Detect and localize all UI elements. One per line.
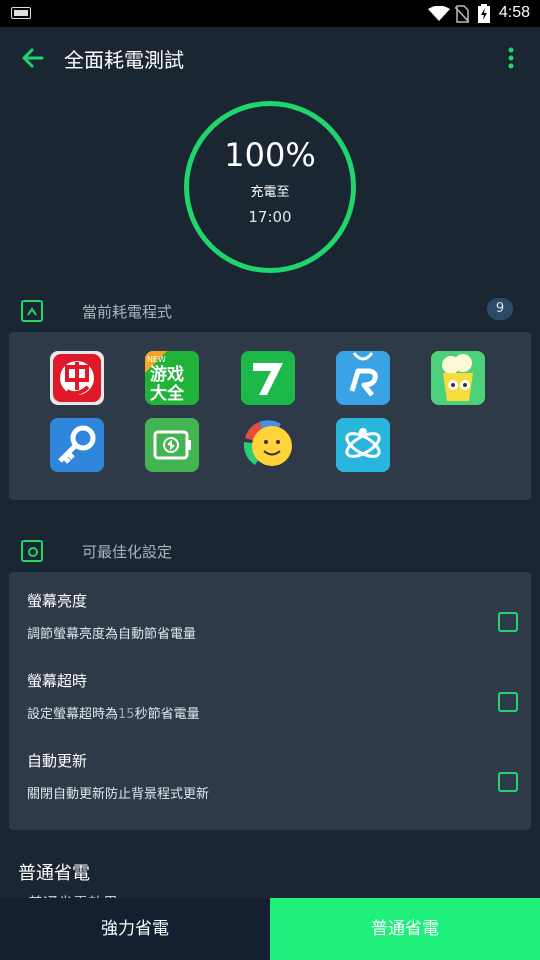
- smiley-sun-app-icon[interactable]: [241, 418, 295, 472]
- app-bar: 全面耗電測試: [0, 27, 540, 89]
- svg-text:大全: 大全: [150, 383, 185, 404]
- bottom-bar: 強力省電 普通省電: [0, 898, 540, 960]
- setting-title: 自動更新: [27, 752, 88, 770]
- red-chinese-character-app-icon[interactable]: [50, 351, 104, 405]
- optimize-section-icon: [21, 540, 43, 562]
- setting-desc: 調節螢幕亮度為自動節省電量: [27, 627, 197, 642]
- brightness-checkbox[interactable]: [498, 612, 518, 632]
- no-sim-icon: [455, 5, 469, 23]
- battery-app-icon[interactable]: [145, 418, 199, 472]
- new-badge: NEW: [147, 355, 166, 364]
- charge-ring: 100% 充電至 17:00: [184, 101, 356, 273]
- normal-save-button[interactable]: 普通省電: [270, 898, 540, 960]
- charge-label: 充電至: [250, 185, 290, 200]
- svg-text:游戏: 游戏: [150, 364, 184, 385]
- normal-section-title: 普通省電: [18, 863, 90, 884]
- more-vert-icon[interactable]: [496, 44, 526, 74]
- setting-desc: 設定螢幕超時為15秒節省電量: [27, 707, 200, 722]
- screen-timeout-checkbox[interactable]: [498, 692, 518, 712]
- status-bar: 4:58: [0, 0, 540, 27]
- charge-time: 17:00: [248, 208, 292, 226]
- strong-save-button[interactable]: 強力省電: [0, 898, 270, 960]
- optimize-card: 螢幕亮度 調節螢幕亮度為自動節省電量 螢幕超時 設定螢幕超時為15秒節省電量 自…: [9, 572, 531, 830]
- back-arrow-icon[interactable]: [18, 43, 48, 73]
- green-seven-app-icon[interactable]: [241, 351, 295, 405]
- battery-charging-icon: [478, 4, 490, 23]
- blue-r-app-icon[interactable]: [336, 351, 390, 405]
- status-time: 4:58: [498, 4, 530, 21]
- charge-percent: 100%: [224, 136, 316, 174]
- popcorn-game-app-icon[interactable]: [431, 351, 485, 405]
- wifi-icon: [428, 6, 450, 21]
- setting-desc: 關閉自動更新防止背景程式更新: [27, 787, 210, 802]
- apps-count-badge: 9: [487, 298, 513, 320]
- battery-small-icon: [11, 7, 31, 19]
- key-app-icon[interactable]: [50, 418, 104, 472]
- apps-card: NEW 游戏 大全: [9, 332, 531, 500]
- apps-section-icon: [21, 300, 43, 322]
- setting-title: 螢幕亮度: [27, 592, 88, 610]
- apps-section-title: 當前耗電程式: [82, 303, 173, 321]
- atom-app-icon[interactable]: [336, 418, 390, 472]
- page-title: 全面耗電測試: [64, 48, 184, 72]
- game-center-app-icon[interactable]: NEW 游戏 大全: [145, 351, 199, 405]
- setting-title: 螢幕超時: [27, 672, 88, 690]
- auto-update-checkbox[interactable]: [498, 772, 518, 792]
- optimize-section-title: 可最佳化設定: [82, 543, 173, 561]
